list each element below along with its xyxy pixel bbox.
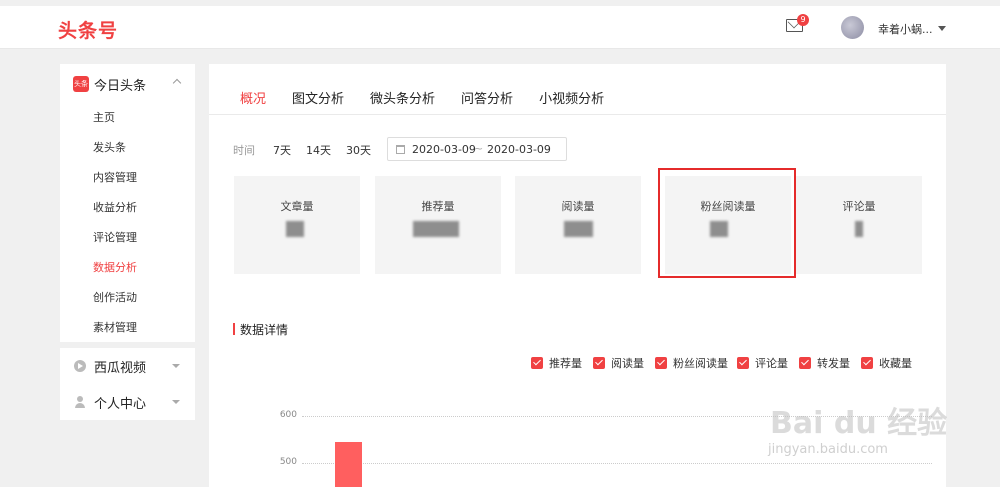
- y-tick-label: 600: [279, 410, 297, 420]
- sidebar-item-materials[interactable]: 素材管理: [93, 319, 137, 335]
- legend-label: 评论量: [755, 357, 788, 370]
- legend-label: 转发量: [817, 357, 850, 370]
- sidebar-group-label: 西瓜视频: [94, 360, 147, 376]
- video-icon: [74, 360, 86, 372]
- top-bar: 头条号 9 幸着小蜗...: [0, 6, 1000, 49]
- checkbox-checked-icon[interactable]: [655, 357, 667, 369]
- checkbox-checked-icon[interactable]: [531, 357, 543, 369]
- stat-card-recommend[interactable]: 推荐量: [375, 176, 501, 274]
- checkbox-checked-icon[interactable]: [737, 357, 749, 369]
- date-separator: ~: [474, 142, 484, 155]
- sidebar-group-label: 个人中心: [94, 396, 147, 412]
- legend-item-recommend[interactable]: 推荐量: [531, 356, 582, 370]
- watermark-url: jingyan.baidu.com: [768, 442, 888, 457]
- sidebar-item-analytics[interactable]: 数据分析: [93, 259, 137, 275]
- notification-badge: 9: [797, 14, 809, 26]
- chevron-down-icon[interactable]: [938, 26, 946, 31]
- stat-card-articles[interactable]: 文章量: [234, 176, 360, 274]
- logo[interactable]: 头条号: [58, 16, 118, 43]
- sidebar-group-personal[interactable]: 个人中心: [74, 392, 146, 412]
- calendar-icon: [396, 145, 405, 154]
- sidebar-item-content[interactable]: 内容管理: [93, 169, 137, 185]
- redacted-value: [564, 221, 593, 237]
- tab-article-analysis[interactable]: 图文分析: [292, 88, 344, 107]
- legend-item-fan-reads[interactable]: 粉丝阅读量: [655, 356, 728, 370]
- filter-7d[interactable]: 7天: [273, 142, 291, 158]
- section-marker: [233, 323, 235, 335]
- sidebar-group-toutiao[interactable]: 头条 今日头条: [73, 74, 146, 94]
- legend-item-favorites[interactable]: 收藏量: [861, 356, 912, 370]
- sidebar-item-comments[interactable]: 评论管理: [93, 229, 137, 245]
- sidebar-item-activities[interactable]: 创作活动: [93, 289, 137, 305]
- time-label: 时间: [233, 144, 255, 157]
- checkbox-checked-icon[interactable]: [593, 357, 605, 369]
- legend-label: 粉丝阅读量: [673, 357, 728, 370]
- filter-30d[interactable]: 30天: [346, 142, 371, 158]
- legend-item-comments[interactable]: 评论量: [737, 356, 788, 370]
- sidebar-item-revenue[interactable]: 收益分析: [93, 199, 137, 215]
- checkbox-checked-icon[interactable]: [799, 357, 811, 369]
- tab-micro-analysis[interactable]: 微头条分析: [370, 88, 435, 107]
- avatar[interactable]: [841, 16, 864, 39]
- divider: [209, 114, 946, 115]
- tab-qa-analysis[interactable]: 问答分析: [461, 88, 513, 107]
- toutiao-icon: 头条: [73, 76, 89, 92]
- watermark: Bai du 经验: [770, 406, 948, 441]
- highlight-box: [658, 168, 796, 278]
- checkbox-checked-icon[interactable]: [861, 357, 873, 369]
- redacted-value: [855, 221, 863, 237]
- sidebar-item-post[interactable]: 发头条: [93, 139, 126, 155]
- tab-bar: 概况 图文分析 微头条分析 问答分析 小视频分析: [240, 88, 630, 107]
- legend-label: 阅读量: [611, 357, 644, 370]
- stat-card-label: 评论量: [842, 200, 876, 213]
- redacted-value: [413, 221, 459, 237]
- stat-card-label: 阅读量: [561, 200, 595, 213]
- time-filter: 时间 7天 14天 30天: [233, 142, 386, 158]
- legend-item-reads[interactable]: 阅读量: [593, 356, 644, 370]
- legend-item-shares[interactable]: 转发量: [799, 356, 850, 370]
- tab-overview[interactable]: 概况: [240, 88, 266, 107]
- username[interactable]: 幸着小蜗...: [878, 21, 933, 37]
- chart-bar[interactable]: [335, 441, 362, 487]
- filter-14d[interactable]: 14天: [306, 142, 331, 158]
- chevron-up-icon[interactable]: [172, 78, 182, 88]
- stat-card-reads[interactable]: 阅读量: [515, 176, 641, 274]
- sidebar: 头条 今日头条 主页 发头条 内容管理 收益分析 评论管理 数据分析 创作活动 …: [60, 64, 195, 342]
- stat-card-label: 推荐量: [421, 200, 455, 213]
- y-tick-label: 500: [279, 457, 297, 467]
- date-range-picker[interactable]: 2020-03-09 ~ 2020-03-09: [387, 137, 567, 161]
- sidebar-item-home[interactable]: 主页: [93, 109, 115, 125]
- section-title: 数据详情: [240, 323, 289, 337]
- gridline: [302, 463, 932, 464]
- user-icon: [74, 396, 86, 408]
- legend-label: 收藏量: [879, 357, 912, 370]
- sidebar-group-label: 今日头条: [94, 78, 147, 94]
- chevron-down-icon[interactable]: [172, 400, 180, 404]
- sidebar-secondary: 西瓜视频 个人中心: [60, 348, 195, 420]
- redacted-value: [286, 221, 304, 237]
- sidebar-group-xigua[interactable]: 西瓜视频: [74, 356, 146, 376]
- stat-card-label: 文章量: [280, 200, 314, 213]
- date-end: 2020-03-09: [487, 143, 551, 156]
- chevron-down-icon[interactable]: [172, 364, 180, 368]
- tab-shortvideo-analysis[interactable]: 小视频分析: [539, 88, 604, 107]
- date-start: 2020-03-09: [412, 143, 476, 156]
- legend-label: 推荐量: [549, 357, 582, 370]
- stat-card-comments[interactable]: 评论量: [796, 176, 922, 274]
